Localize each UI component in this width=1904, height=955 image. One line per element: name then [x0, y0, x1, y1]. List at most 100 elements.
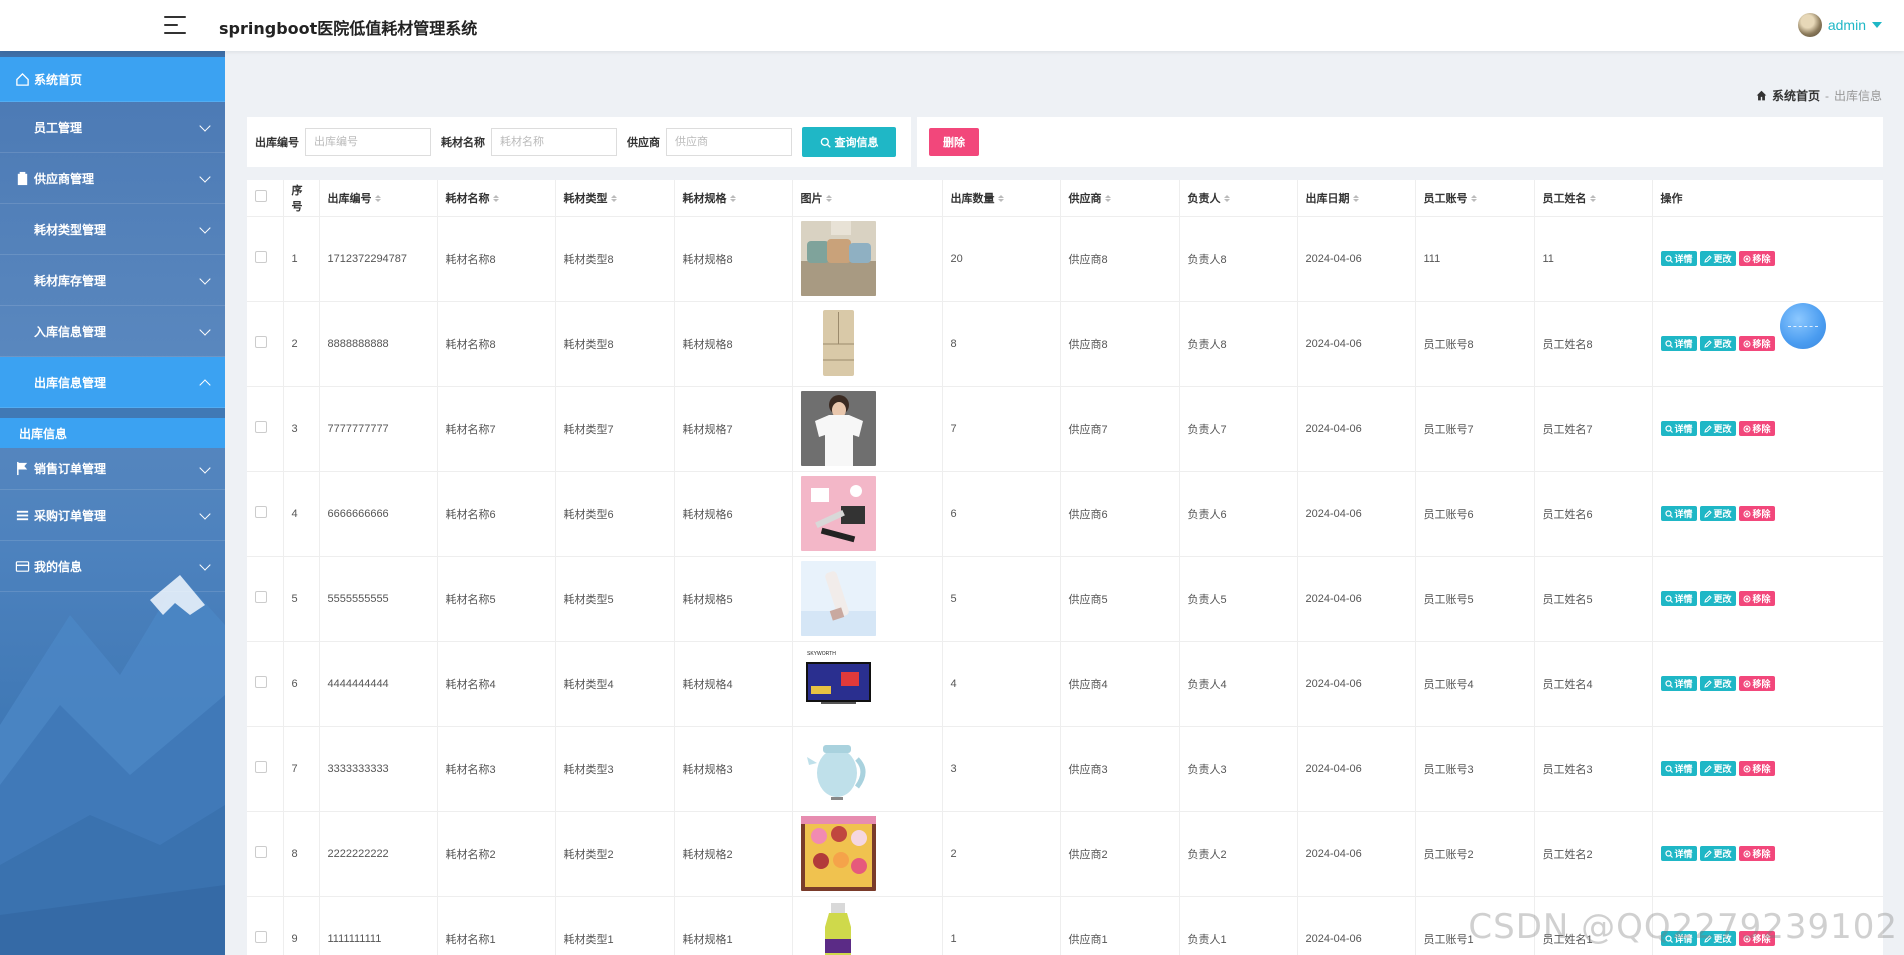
giftbox-image[interactable]: [800, 816, 876, 891]
sort-icon[interactable]: [610, 195, 617, 203]
detail-button[interactable]: 详情: [1660, 336, 1697, 351]
sidebar-item-stock[interactable]: 耗材库存管理: [0, 255, 225, 306]
drink-image[interactable]: [800, 901, 876, 955]
sort-icon[interactable]: [825, 195, 832, 203]
edit-button[interactable]: 更改: [1699, 931, 1736, 946]
sidebar-item-outbound[interactable]: 出库信息管理: [0, 357, 225, 408]
cosmetics-image[interactable]: [800, 476, 876, 551]
bottle-image[interactable]: [800, 561, 876, 636]
remove-button[interactable]: 移除: [1738, 506, 1775, 521]
detail-button[interactable]: 详情: [1660, 846, 1697, 861]
edit-button[interactable]: 更改: [1699, 251, 1736, 266]
row-select-cell[interactable]: [247, 811, 284, 897]
sidebar-item-profile[interactable]: 我的信息: [0, 541, 225, 592]
edit-button[interactable]: 更改: [1699, 336, 1736, 351]
sidebar-item-material-type[interactable]: 耗材类型管理: [0, 204, 225, 255]
fridge-image[interactable]: [800, 306, 876, 381]
edit-button[interactable]: 更改: [1699, 761, 1736, 776]
select-all-cell[interactable]: [247, 180, 284, 217]
col-header[interactable]: 负责人: [1179, 180, 1298, 217]
col-header[interactable]: 耗材名称: [437, 180, 556, 217]
remove-button[interactable]: 移除: [1738, 931, 1775, 946]
row-checkbox[interactable]: [255, 251, 267, 263]
menu-toggle-icon[interactable]: [164, 16, 186, 34]
row-select-cell[interactable]: [247, 641, 284, 727]
floating-assistant-button[interactable]: [1780, 303, 1826, 349]
row-checkbox[interactable]: [255, 591, 267, 603]
delete-button[interactable]: 删除: [929, 128, 979, 156]
sidebar-item-supplier[interactable]: 供应商管理: [0, 153, 225, 204]
outbound-code-input[interactable]: [305, 128, 431, 156]
row-checkbox[interactable]: [255, 421, 267, 433]
detail-button[interactable]: 详情: [1660, 506, 1697, 521]
col-header[interactable]: 供应商: [1060, 180, 1180, 217]
select-all-checkbox[interactable]: [255, 190, 267, 203]
edit-button[interactable]: 更改: [1699, 506, 1736, 521]
kettle-image[interactable]: [800, 731, 876, 806]
sidebar-item-staff[interactable]: 员工管理: [0, 102, 225, 153]
tv-image[interactable]: SKYWORTH: [800, 646, 876, 721]
user-name[interactable]: admin: [1828, 17, 1866, 33]
row-select-cell[interactable]: [247, 301, 284, 387]
col-header[interactable]: 耗材规格: [674, 180, 793, 217]
detail-button[interactable]: 详情: [1660, 761, 1697, 776]
row-checkbox[interactable]: [255, 931, 267, 943]
sort-icon[interactable]: [1223, 195, 1230, 203]
sort-icon[interactable]: [729, 195, 736, 203]
detail-button[interactable]: 详情: [1660, 421, 1697, 436]
col-header[interactable]: 耗材类型: [555, 180, 675, 217]
sort-icon[interactable]: [492, 195, 499, 203]
edit-button[interactable]: 更改: [1699, 676, 1736, 691]
remove-button[interactable]: 移除: [1738, 676, 1775, 691]
sort-icon[interactable]: [1470, 195, 1477, 203]
remove-button[interactable]: 移除: [1738, 251, 1775, 266]
detail-button[interactable]: 详情: [1660, 676, 1697, 691]
row-checkbox[interactable]: [255, 336, 267, 348]
sort-icon[interactable]: [997, 195, 1004, 203]
col-header[interactable]: 员工姓名: [1534, 180, 1653, 217]
sidebar-item-home[interactable]: 系统首页: [0, 57, 225, 102]
row-checkbox[interactable]: [255, 506, 267, 518]
sidebar-item-sales[interactable]: 销售订单管理: [0, 448, 225, 490]
row-select-cell[interactable]: [247, 386, 284, 472]
avatar[interactable]: [1797, 13, 1822, 37]
remove-button[interactable]: 移除: [1738, 846, 1775, 861]
row-checkbox[interactable]: [255, 761, 267, 773]
edit-button[interactable]: 更改: [1699, 846, 1736, 861]
breadcrumb-home[interactable]: 系统首页: [1772, 87, 1820, 104]
supplier-input[interactable]: [666, 128, 792, 156]
edit-button[interactable]: 更改: [1699, 591, 1736, 606]
sort-icon[interactable]: [374, 195, 381, 203]
col-header[interactable]: 员工账号: [1415, 180, 1535, 217]
col-header[interactable]: 出库数量: [942, 180, 1061, 217]
remove-button[interactable]: 移除: [1738, 336, 1775, 351]
col-header[interactable]: 图片: [792, 180, 943, 217]
remove-button[interactable]: 移除: [1738, 421, 1775, 436]
sidebar-item-purchase[interactable]: 采购订单管理: [0, 490, 225, 541]
col-header[interactable]: 出库编号: [319, 180, 438, 217]
detail-button[interactable]: 详情: [1660, 931, 1697, 946]
detail-button[interactable]: 详情: [1660, 591, 1697, 606]
remove-button[interactable]: 移除: [1738, 591, 1775, 606]
edit-button[interactable]: 更改: [1699, 421, 1736, 436]
tshirt-image[interactable]: [800, 391, 876, 466]
row-checkbox[interactable]: [255, 676, 267, 688]
row-select-cell[interactable]: [247, 556, 284, 642]
material-name-input[interactable]: [491, 128, 617, 156]
sort-icon[interactable]: [1104, 195, 1111, 203]
row-checkbox[interactable]: [255, 846, 267, 858]
row-select-cell[interactable]: [247, 216, 284, 302]
col-header[interactable]: 出库日期: [1297, 180, 1416, 217]
row-select-cell[interactable]: [247, 726, 284, 812]
remove-button[interactable]: 移除: [1738, 761, 1775, 776]
row-select-cell[interactable]: [247, 471, 284, 557]
row-select-cell[interactable]: [247, 896, 284, 955]
search-button[interactable]: 查询信息: [802, 127, 896, 157]
sort-icon[interactable]: [1352, 195, 1359, 203]
caret-down-icon[interactable]: [1872, 22, 1882, 28]
detail-button[interactable]: 详情: [1660, 251, 1697, 266]
sort-icon[interactable]: [1589, 195, 1596, 203]
submenu-item-outbound-info[interactable]: 出库信息: [0, 418, 225, 448]
user-menu[interactable]: admin: [1797, 13, 1882, 37]
sidebar-item-inbound[interactable]: 入库信息管理: [0, 306, 225, 357]
